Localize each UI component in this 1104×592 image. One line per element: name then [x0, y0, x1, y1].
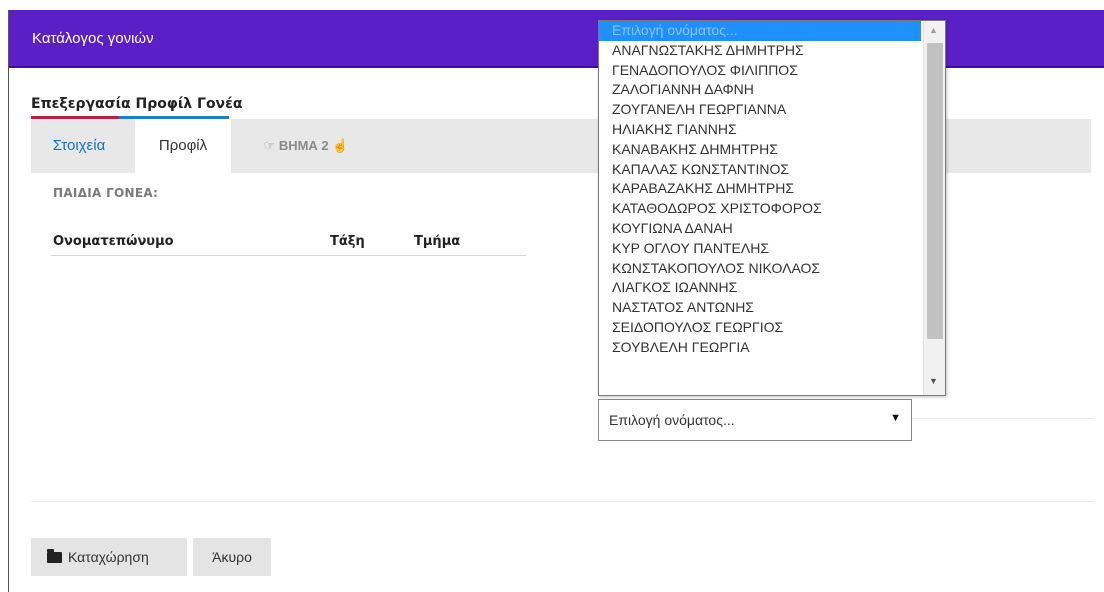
scroll-up-arrow-icon[interactable]: ▲: [929, 25, 938, 35]
scroll-down-arrow-icon[interactable]: ▼: [929, 376, 938, 386]
dropdown-options: Επιλογή ονόματος... ΑΝΑΓΝΩΣΤΑΚΗΣ ΔΗΜΗΤΡΗ…: [599, 21, 921, 358]
tab-step-2-label: ΒΗΜΑ 2: [278, 138, 329, 153]
hand-up-icon: ☝: [332, 138, 349, 153]
dropdown-option[interactable]: ΚΥΡ ΟΓΛΟΥ ΠΑΝΤΕΛΗΣ: [599, 239, 921, 259]
dropdown-option[interactable]: ΚΑΡΑΒΑΖΑΚΗΣ ΔΗΜΗΤΡΗΣ: [599, 179, 921, 199]
dropdown-option[interactable]: Επιλογή ονόματος...: [599, 21, 921, 41]
dropdown-option[interactable]: ΛΙΑΓΚΟΣ ΙΩΑΝΝΗΣ: [599, 278, 921, 298]
name-select-dropdown[interactable]: Επιλογή ονόματος... ΑΝΑΓΝΩΣΤΑΚΗΣ ΔΗΜΗΤΡΗ…: [598, 20, 946, 396]
children-label: ΠΑΙΔΙΑ ΓΟΝΕΑ:: [53, 186, 159, 200]
caret-down-icon: ▼: [890, 412, 901, 424]
save-button-label: Καταχώρηση: [68, 549, 149, 565]
name-select-value: Επιλογή ονόματος...: [609, 412, 735, 428]
dropdown-scrollbar[interactable]: ▲ ▼: [923, 21, 945, 395]
dropdown-option[interactable]: ΚΑΠΑΛΑΣ ΚΩΝΣΤΑΝΤΙΝΟΣ: [599, 160, 921, 180]
tab-step-2[interactable]: ☞ ΒΗΜΑ 2 ☝: [241, 119, 371, 173]
cancel-button[interactable]: Άκυρο: [193, 538, 271, 576]
dropdown-option[interactable]: ΓΕΝΑΔΟΠΟΥΛΟΣ ΦΙΛΙΠΠΟΣ: [599, 61, 921, 81]
divider: [31, 501, 1094, 502]
page: Κατάλογος γονιών Επεξεργασία Προφίλ Γονέ…: [0, 0, 1104, 592]
dropdown-option[interactable]: ΣΟΥΒΛΕΛΗ ΓΕΩΡΓΙΑ: [599, 338, 921, 358]
dropdown-option[interactable]: ΗΛΙΑΚΗΣ ΓΙΑΝΝΗΣ: [599, 120, 921, 140]
save-button[interactable]: Καταχώρηση: [31, 538, 187, 576]
dropdown-option[interactable]: ΚΟΥΓΙΩΝΑ ΔΑΝΑΗ: [599, 219, 921, 239]
column-header-fullname: Ονοματεπώνυμο: [53, 234, 174, 249]
form-heading: Επεξεργασία Προφίλ Γονέα: [31, 96, 243, 112]
dropdown-option[interactable]: ΝΑΣΤΑΤΟΣ ΑΝΤΩΝΗΣ: [599, 298, 921, 318]
window-edge: [8, 10, 9, 592]
children-table-header: Ονοματεπώνυμο Τάξη Τμήμα: [51, 234, 526, 256]
tab-details[interactable]: Στοιχεία: [31, 119, 127, 173]
column-header-section: Τμήμα: [414, 234, 461, 249]
dropdown-option[interactable]: ΣΕΙΔΟΠΟΥΛΟΣ ΓΕΩΡΓΙΟΣ: [599, 318, 921, 338]
dropdown-option[interactable]: ΚΑΝΑΒΑΚΗΣ ΔΗΜΗΤΡΗΣ: [599, 140, 921, 160]
folder-icon: [47, 549, 62, 563]
dropdown-option[interactable]: ΖΑΛΟΓΙΑΝΝΗ ΔΑΦΝΗ: [599, 80, 921, 100]
scrollbar-thumb[interactable]: [927, 43, 943, 339]
tab-profile[interactable]: Προφίλ: [135, 119, 231, 173]
dropdown-option[interactable]: ΚΩΝΣΤΑΚΟΠΟΥΛΟΣ ΝΙΚΟΛΑΟΣ: [599, 259, 921, 279]
dropdown-option[interactable]: ΖΟΥΓΑΝΕΛΗ ΓΕΩΡΓΙΑΝΝΑ: [599, 100, 921, 120]
dropdown-option[interactable]: ΑΝΑΓΝΩΣΤΑΚΗΣ ΔΗΜΗΤΡΗΣ: [599, 41, 921, 61]
dropdown-option[interactable]: ΚΑΤΑΘΟΔΩΡΟΣ ΧΡΙΣΤΟΦΟΡΟΣ: [599, 199, 921, 219]
name-select[interactable]: Επιλογή ονόματος... ▼: [598, 399, 912, 441]
column-header-class: Τάξη: [330, 234, 365, 249]
hand-right-icon: ☞: [263, 138, 276, 153]
page-title: Κατάλογος γονιών: [32, 30, 154, 47]
